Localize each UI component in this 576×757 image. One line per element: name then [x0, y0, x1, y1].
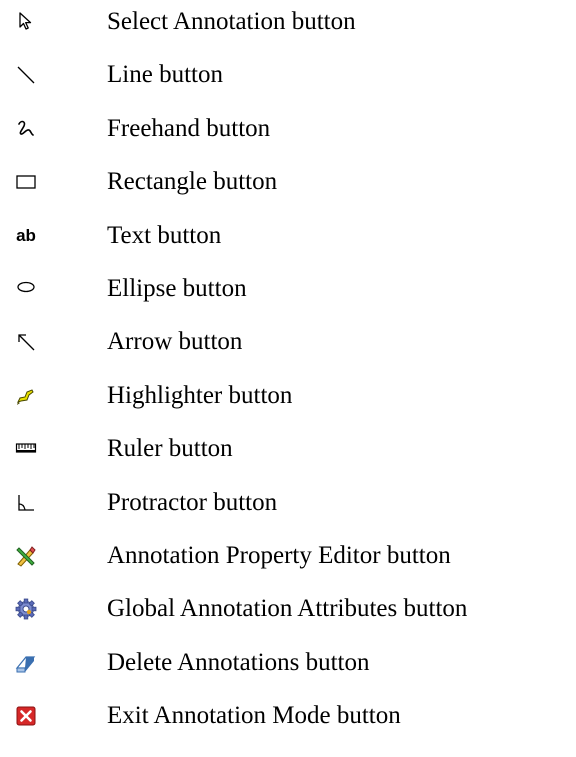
list-item-protractor: Protractor button [0, 486, 576, 539]
list-item-label: Ellipse button [107, 274, 247, 302]
global-attributes-gear-icon [15, 598, 37, 620]
list-item-exit-annotation-mode: Exit Annotation Mode button [0, 699, 576, 752]
annotation-button-list: Select Annotation button Line button Fre… [0, 5, 576, 752]
text-icon-glyph: ab [16, 225, 36, 245]
list-item-label: Global Annotation Attributes button [107, 595, 468, 623]
list-item-label: Delete Annotations button [107, 648, 370, 676]
list-item-select-annotation: Select Annotation button [0, 5, 576, 58]
list-item-label: Select Annotation button [107, 8, 356, 35]
list-item-label: Highlighter button [107, 381, 293, 409]
protractor-icon [15, 492, 37, 514]
freehand-icon [15, 118, 37, 140]
list-item-annotation-property-editor: Annotation Property Editor button [0, 539, 576, 592]
exit-close-icon [15, 705, 37, 727]
list-item-label: Protractor button [107, 488, 278, 516]
list-item-label: Freehand button [107, 114, 271, 142]
eraser-icon [15, 652, 37, 674]
list-item-delete-annotations: Delete Annotations button [0, 646, 576, 699]
list-item-global-annotation-attributes: Global Annotation Attributes button [0, 592, 576, 645]
list-item-label: Exit Annotation Mode button [107, 702, 401, 730]
arrow-icon [15, 331, 37, 353]
property-editor-icon [15, 545, 37, 567]
select-arrow-icon [15, 11, 37, 33]
list-item-line: Line button [0, 58, 576, 111]
list-item-text: ab Text button [0, 219, 576, 272]
text-icon: ab [15, 225, 37, 247]
rectangle-icon [15, 171, 37, 193]
highlighter-icon [15, 385, 37, 407]
ellipse-icon [15, 278, 37, 300]
list-item-label: Annotation Property Editor button [107, 541, 451, 569]
list-item-label: Rectangle button [107, 168, 278, 196]
ruler-icon [15, 438, 37, 460]
list-item-ellipse: Ellipse button [0, 272, 576, 325]
list-item-label: Arrow button [107, 328, 243, 356]
list-item-highlighter: Highlighter button [0, 379, 576, 432]
line-icon [15, 64, 37, 86]
list-item-arrow: Arrow button [0, 325, 576, 378]
list-item-ruler: Ruler button [0, 432, 576, 485]
list-item-label: Line button [107, 61, 223, 89]
list-item-freehand: Freehand button [0, 112, 576, 165]
list-item-rectangle: Rectangle button [0, 165, 576, 218]
list-item-label: Ruler button [107, 435, 233, 463]
list-item-label: Text button [107, 221, 222, 249]
